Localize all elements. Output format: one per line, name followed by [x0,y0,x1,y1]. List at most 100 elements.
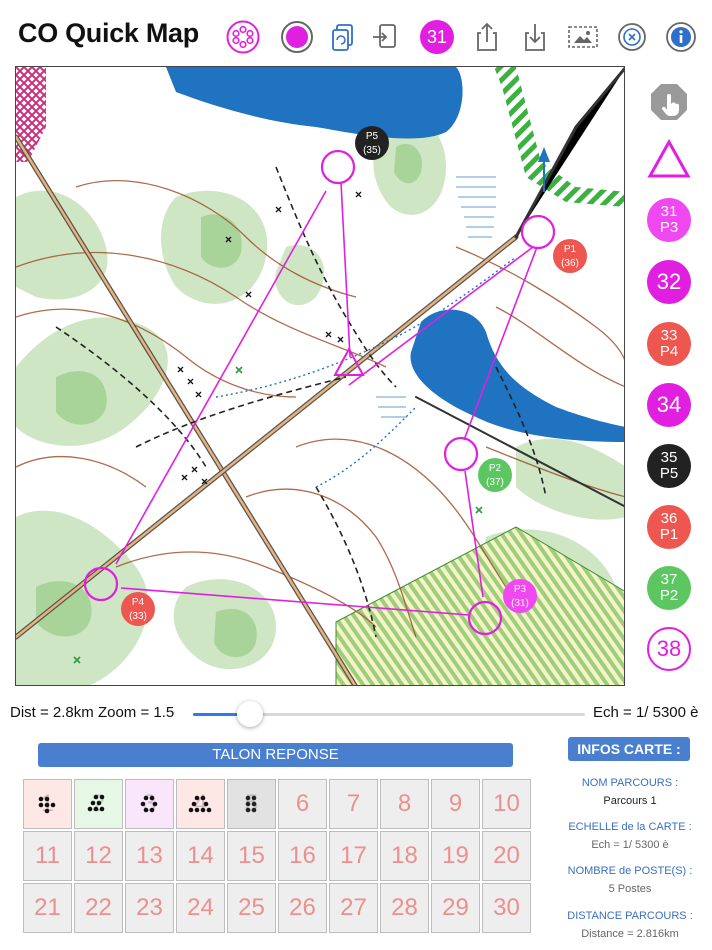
scale-readout: Ech = 1/ 5300 è [593,704,699,721]
zoom-slider-thumb[interactable] [236,701,263,727]
talon-cell-label: 14 [187,842,214,869]
side-control-38[interactable]: 38 [647,627,691,671]
talon-cell-label: 9 [448,790,463,817]
distance-parcours-label: DISTANCE PARCOURS : [567,910,693,922]
current-control-badge[interactable]: 31 [420,20,454,54]
punch-mark-icon [140,795,157,813]
nombre-postes-value: 5 Postes [608,883,652,895]
control-label-p5: P5 (35) [355,126,389,160]
talon-cell-label: 12 [85,842,112,869]
talon-cell-label: 29 [442,894,469,921]
control-label-p3: P3 (31) [503,579,537,613]
svg-text:P3: P3 [514,584,527,595]
talon-cell-label: 18 [391,842,418,869]
side-control-37[interactable]: 37 P2 [647,566,691,610]
talon-cell-label: 26 [289,894,316,921]
side-control-33[interactable]: 33 P4 [647,322,691,366]
svg-text:P2: P2 [489,463,502,474]
lake-top [166,67,463,139]
svg-text:P4: P4 [132,597,145,608]
talon-cell-25[interactable]: 25 [227,883,276,933]
talon-cell-6[interactable]: 6 [278,779,327,829]
nom-parcours-label: NOM PARCOURS : [581,777,679,789]
app-title: CO Quick Map [18,18,199,48]
lake-middle [410,309,624,442]
talon-cell-29[interactable]: 29 [431,883,480,933]
start-triangle-icon[interactable] [647,138,691,182]
image-icon[interactable] [566,20,600,54]
talon-cell-1[interactable]: 1 [23,779,72,829]
talon-cell-label: 17 [340,842,367,869]
talon-cell-label: 16 [289,842,316,869]
close-icon[interactable] [615,20,649,54]
talon-cell-3[interactable]: 3 [125,779,174,829]
copy-map-icon[interactable] [326,20,360,54]
talon-cell-14[interactable]: 14 [176,831,225,881]
download-icon[interactable] [518,20,552,54]
svg-text:(31): (31) [511,598,529,609]
talon-cell-4[interactable]: 4 [176,779,225,829]
talon-cell-5[interactable]: 5 [227,779,276,829]
orienteering-map[interactable]: P5 (35) P1 (36) P2 (37) P3 (31) P4 (33) [15,66,625,686]
talon-cell-26[interactable]: 26 [278,883,327,933]
side-control-34[interactable]: 34 [647,383,691,427]
talon-cell-label: 8 [397,790,412,817]
side-control-35[interactable]: 35 P5 [647,444,691,488]
talon-cell-22[interactable]: 22 [74,883,123,933]
share-icon[interactable] [470,20,504,54]
talon-cell-label: 30 [493,894,520,921]
infos-carte-title: INFOS CARTE : [568,737,690,761]
svg-text:(37): (37) [486,477,504,488]
talon-cell-8[interactable]: 8 [380,779,429,829]
control-list-icon[interactable] [226,20,260,54]
echelle-value: Ech = 1/ 5300 è [591,839,669,851]
talon-cell-18[interactable]: 18 [380,831,429,881]
talon-cell-28[interactable]: 28 [380,883,429,933]
talon-cell-16[interactable]: 16 [278,831,327,881]
distance-zoom-readout: Dist = 2.8km Zoom = 1.5 [10,704,175,721]
distance-parcours-value: Distance = 2.816km [581,928,679,940]
svg-text:P5: P5 [366,131,379,142]
talon-cell-label: 21 [34,894,61,921]
talon-cell-23[interactable]: 23 [125,883,174,933]
info-icon[interactable] [664,20,698,54]
talon-grid: 1234567891011121314151617181920212223242… [22,778,532,934]
talon-title: TALON REPONSE [38,743,513,767]
talon-cell-label: 24 [187,894,214,921]
talon-cell-2[interactable]: 2 [74,779,123,829]
record-icon[interactable] [280,20,314,54]
talon-cell-19[interactable]: 19 [431,831,480,881]
talon-cell-label: 28 [391,894,418,921]
punch-mark-icon [38,796,55,814]
import-icon[interactable] [368,20,402,54]
talon-cell-12[interactable]: 12 [74,831,123,881]
nom-parcours-value: Parcours 1 [603,795,657,807]
side-control-36[interactable]: 36 P1 [647,505,691,549]
talon-cell-label: 19 [442,842,469,869]
talon-cell-17[interactable]: 17 [329,831,378,881]
talon-cell-label: 7 [346,790,361,817]
talon-cell-label: 20 [493,842,520,869]
talon-cell-label: 23 [136,894,163,921]
talon-cell-10[interactable]: 10 [482,779,531,829]
talon-cell-27[interactable]: 27 [329,883,378,933]
punch-mark-icon [87,794,104,812]
punch-mark-icon [188,795,211,813]
talon-cell-7[interactable]: 7 [329,779,378,829]
side-control-31[interactable]: 31 P3 [647,198,691,242]
side-control-32[interactable]: 32 [647,260,691,304]
talon-cell-20[interactable]: 20 [482,831,531,881]
talon-cell-13[interactable]: 13 [125,831,174,881]
talon-cell-24[interactable]: 24 [176,883,225,933]
svg-text:(33): (33) [129,611,147,622]
hand-pointer-icon[interactable] [647,80,691,124]
talon-cell-label: 13 [136,842,163,869]
green-boundary [494,67,624,207]
talon-cell-11[interactable]: 11 [23,831,72,881]
talon-cell-15[interactable]: 15 [227,831,276,881]
talon-cell-30[interactable]: 30 [482,883,531,933]
talon-cell-9[interactable]: 9 [431,779,480,829]
control-label-p2: P2 (37) [478,458,512,492]
svg-text:(36): (36) [561,258,579,269]
talon-cell-21[interactable]: 21 [23,883,72,933]
